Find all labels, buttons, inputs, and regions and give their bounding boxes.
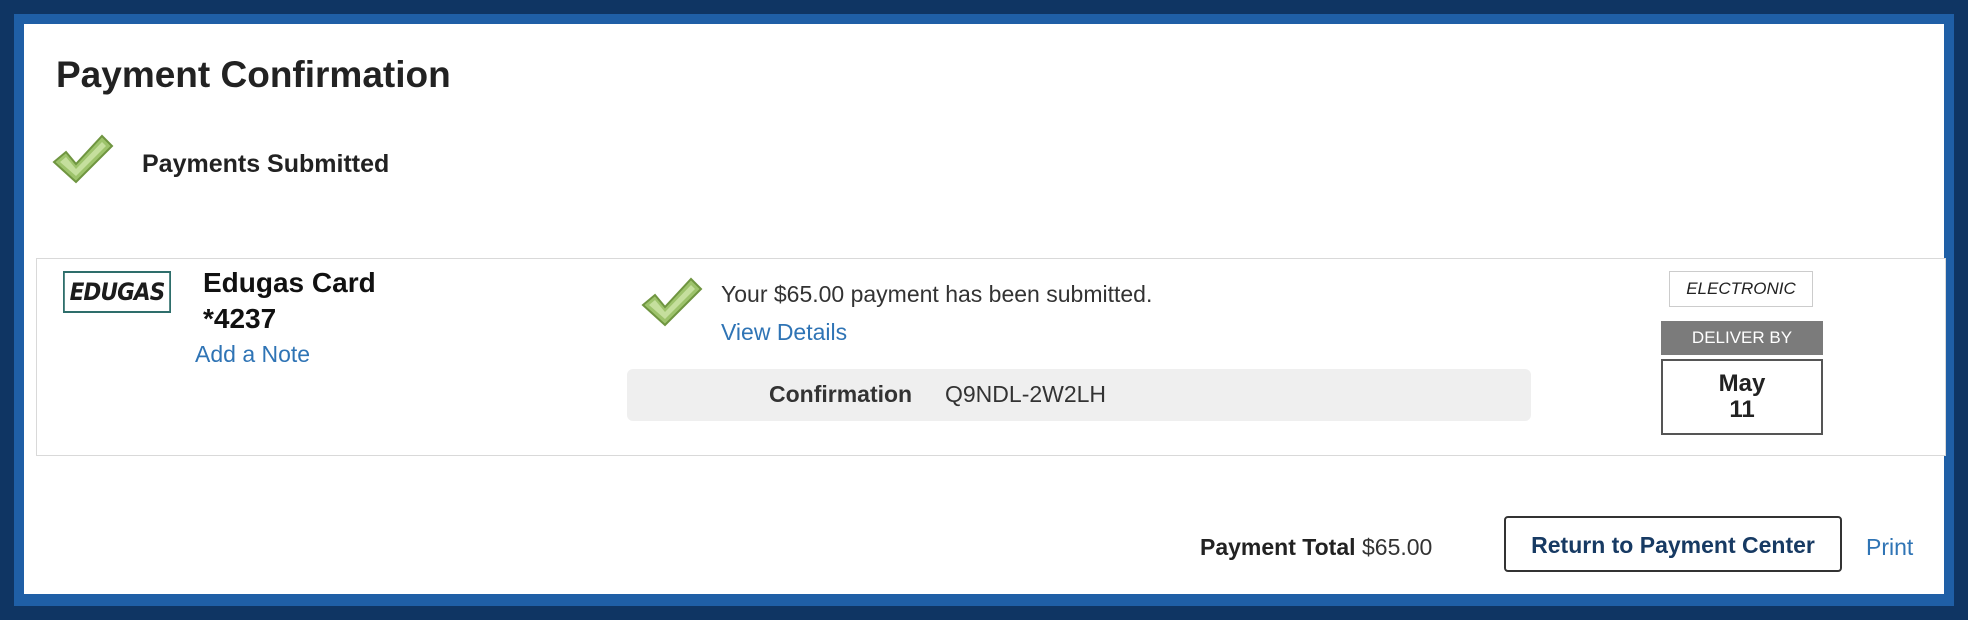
payee-name: Edugas Card: [203, 267, 376, 298]
print-link[interactable]: Print: [1866, 534, 1913, 561]
payments-submitted-label: Payments Submitted: [142, 150, 390, 178]
confirmation-number: Q9NDL-2W2LH: [945, 381, 1107, 407]
payment-message: Your $65.00 payment has been submitted.: [721, 281, 1153, 307]
payment-method-badge: ELECTRONIC: [1669, 271, 1813, 307]
payee-account: *4237: [203, 303, 277, 334]
deliver-month: May: [1718, 370, 1766, 397]
payment-row: EDUGAS Edugas Card *4237 Add a Note Your…: [36, 258, 1946, 456]
confirmation-box: Confirmation Q9NDL-2W2LH: [627, 369, 1531, 421]
deliver-day: 11: [1729, 396, 1755, 423]
payment-total-value: $65.00: [1362, 534, 1433, 560]
view-details-link[interactable]: View Details: [721, 319, 847, 346]
confirmation-panel: Payment Confirmation Payments Submitted …: [24, 24, 1946, 594]
return-to-payment-center-button[interactable]: Return to Payment Center: [1504, 516, 1842, 572]
deliver-by-date: May 11: [1661, 359, 1823, 435]
checkmark-icon: [641, 277, 703, 327]
payment-total-label: Payment Total: [1200, 534, 1356, 560]
window-frame: Payment Confirmation Payments Submitted …: [14, 14, 1954, 606]
deliver-by-label: DELIVER BY: [1661, 321, 1823, 355]
page-title: Payment Confirmation: [56, 54, 451, 95]
payee-logo: EDUGAS: [63, 271, 171, 313]
add-note-link[interactable]: Add a Note: [195, 341, 310, 368]
confirmation-label: Confirmation: [769, 381, 913, 407]
checkmark-icon: [52, 134, 114, 184]
